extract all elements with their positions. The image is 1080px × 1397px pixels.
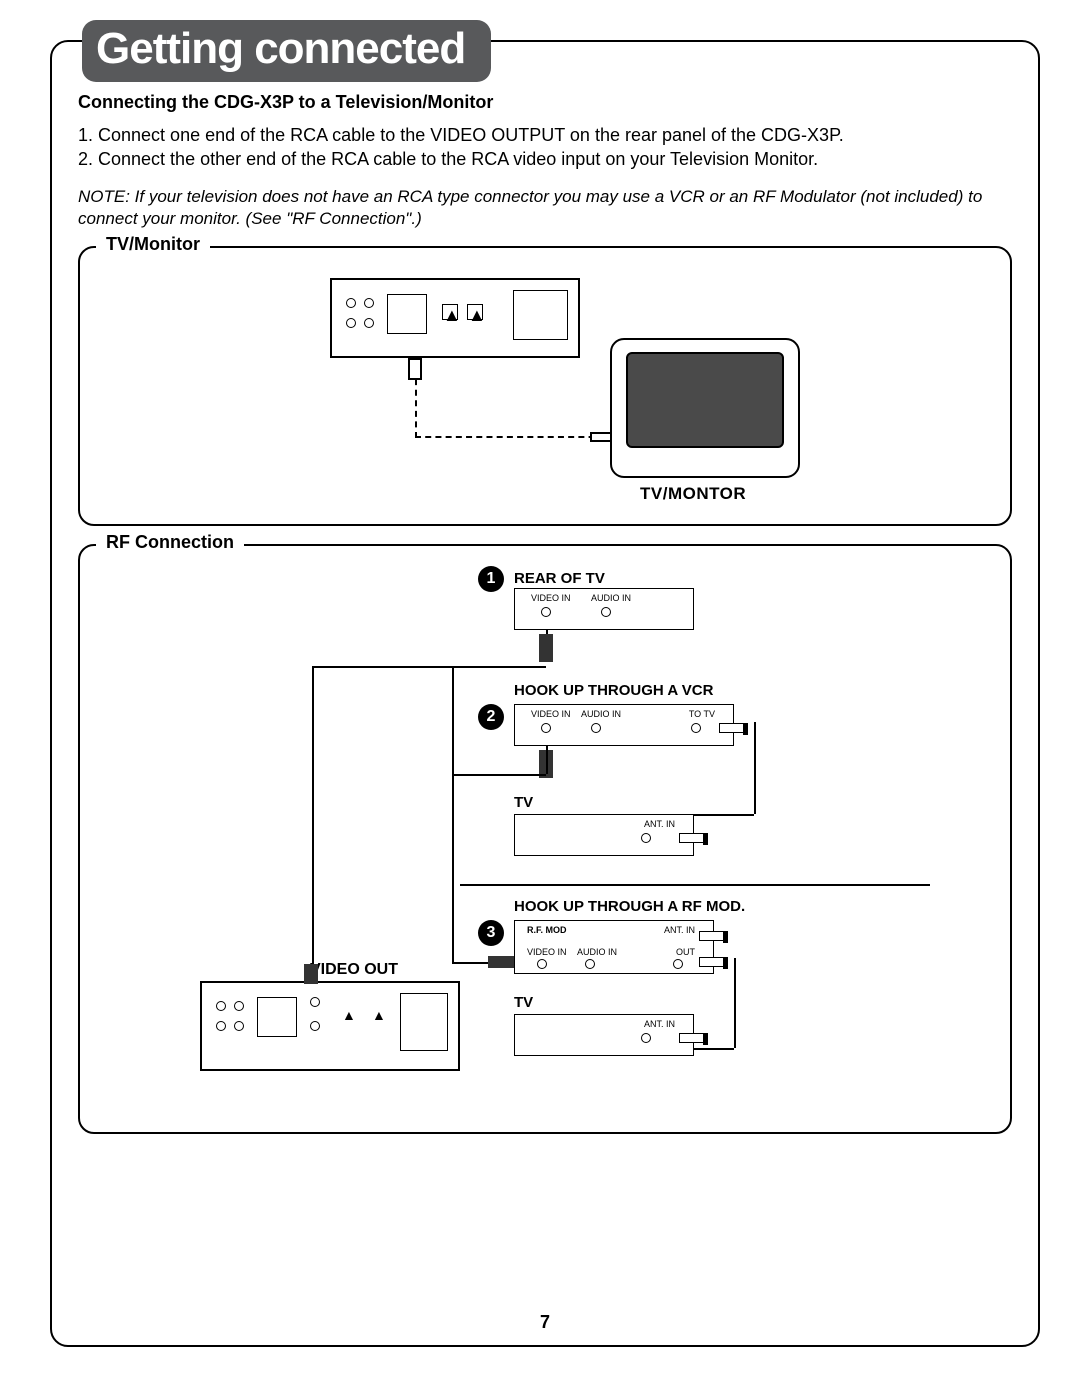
step-badge-1: 1 bbox=[478, 566, 504, 592]
rca-plug-icon bbox=[539, 634, 553, 662]
step-badge-2: 2 bbox=[478, 704, 504, 730]
cdg-unit-rear-icon: ▲ ▲ bbox=[330, 278, 580, 358]
step-list: 1. Connect one end of the RCA cable to t… bbox=[78, 123, 1012, 172]
tv-box-2: ANT. IN bbox=[514, 1014, 694, 1056]
video-out-label: VIDEO OUT bbox=[310, 961, 398, 979]
subsection-title: Connecting the CDG-X3P to a Television/M… bbox=[78, 92, 1012, 113]
tv-label-2: TV bbox=[514, 994, 533, 1011]
page-number: 7 bbox=[52, 1312, 1038, 1333]
vcr-box: VIDEO IN AUDIO IN TO TV bbox=[514, 704, 734, 746]
panel-label-rf: RF Connection bbox=[96, 532, 244, 553]
step-1: 1. Connect one end of the RCA cable to t… bbox=[78, 123, 1012, 147]
rca-plug-icon bbox=[590, 432, 612, 442]
hookup-rfmod-label: HOOK UP THROUGH A RF MOD. bbox=[514, 898, 745, 915]
rca-cable-line bbox=[415, 358, 615, 438]
diagram-rf-connection: RF Connection 1 REAR OF TV VIDEO IN AUDI… bbox=[78, 544, 1012, 1134]
step-badge-3: 3 bbox=[478, 920, 504, 946]
section-title: Getting connected bbox=[82, 20, 491, 82]
tv-box-1: ANT. IN bbox=[514, 814, 694, 856]
rca-plug-icon bbox=[488, 956, 514, 968]
rca-plug-icon bbox=[304, 964, 318, 984]
hookup-vcr-label: HOOK UP THROUGH A VCR bbox=[514, 682, 713, 699]
tv-monitor-icon bbox=[610, 338, 800, 478]
tv-label-1: TV bbox=[514, 794, 533, 811]
content-area: Connecting the CDG-X3P to a Television/M… bbox=[52, 42, 1038, 1162]
rfmod-box: R.F. MOD ANT. IN VIDEO IN AUDIO IN OUT bbox=[514, 920, 714, 974]
rf-divider bbox=[460, 884, 930, 886]
rca-plug-icon bbox=[408, 358, 422, 380]
page-frame: Getting connected Connecting the CDG-X3P… bbox=[50, 40, 1040, 1347]
rear-of-tv-label: REAR OF TV bbox=[514, 570, 605, 587]
note-text: NOTE: If your television does not have a… bbox=[78, 186, 1012, 230]
step-2: 2. Connect the other end of the RCA cabl… bbox=[78, 147, 1012, 171]
diagram-tv-monitor: TV/Monitor ▲ ▲ TV/MONTOR bbox=[78, 246, 1012, 526]
tv-monitor-caption: TV/MONTOR bbox=[640, 484, 746, 504]
rear-of-tv-box: VIDEO IN AUDIO IN bbox=[514, 588, 694, 630]
panel-label-tv-monitor: TV/Monitor bbox=[96, 234, 210, 255]
cdg-unit-rear-icon: ▲ ▲ bbox=[200, 981, 460, 1071]
